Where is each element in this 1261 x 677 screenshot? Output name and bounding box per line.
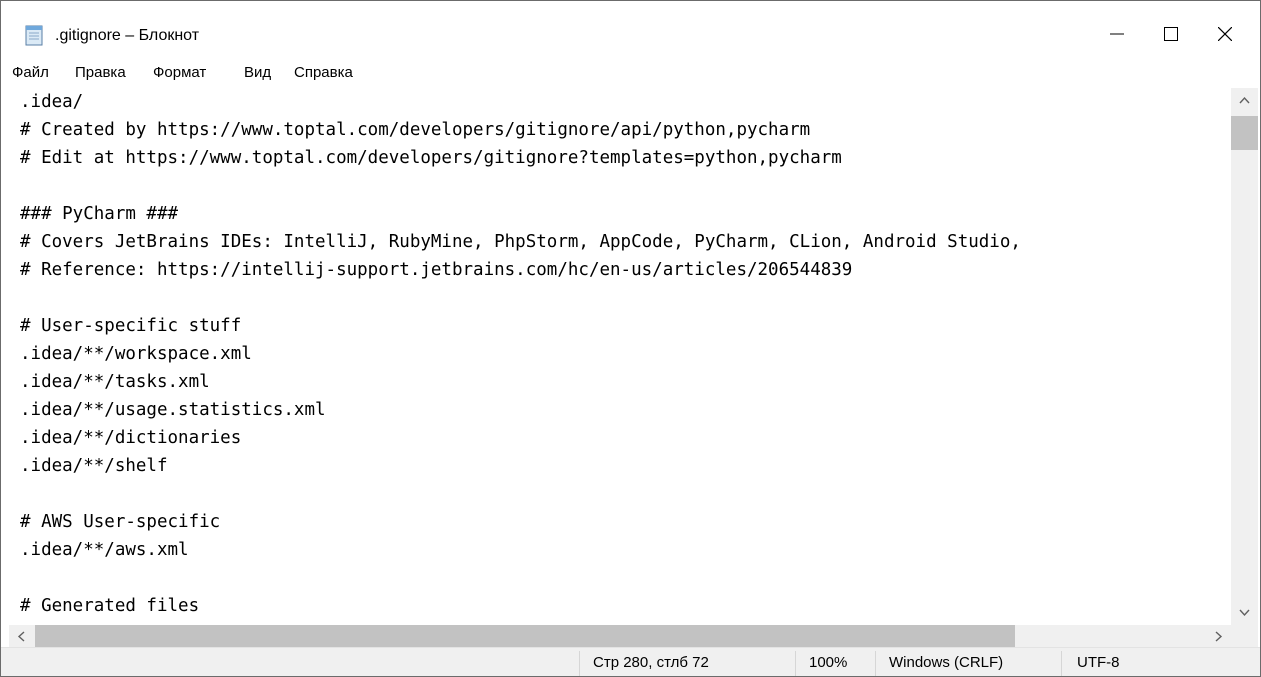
maximize-button[interactable] (1148, 15, 1194, 55)
chevron-left-icon (17, 631, 25, 642)
scrollbar-corner (1231, 625, 1258, 647)
notepad-icon (25, 25, 43, 46)
notepad-window: .gitignore – Блокнот Файл Правка Формат … (0, 0, 1261, 677)
status-divider (1061, 651, 1062, 676)
editor-line: .idea/**/usage.statistics.xml (20, 400, 326, 420)
status-divider (579, 651, 580, 676)
scroll-left-button[interactable] (9, 625, 33, 647)
close-button[interactable] (1202, 15, 1248, 55)
editor-line: # AWS User-specific (20, 512, 221, 532)
editor-line: # User-specific stuff (20, 316, 242, 336)
chevron-right-icon (1215, 631, 1223, 642)
menu-format[interactable]: Формат (153, 61, 206, 85)
editor-line: .idea/**/aws.xml (20, 540, 189, 560)
cursor-position: Стр 280, стлб 72 (593, 654, 709, 671)
menu-view[interactable]: Вид (244, 61, 271, 85)
scroll-right-button[interactable] (1207, 625, 1231, 647)
status-divider (795, 651, 796, 676)
horizontal-scroll-thumb[interactable] (35, 625, 1015, 647)
close-icon (1218, 27, 1232, 41)
text-editor[interactable]: .idea/ # Created by https://www.toptal.c… (9, 88, 1231, 625)
scroll-up-button[interactable] (1231, 88, 1258, 112)
horizontal-scrollbar[interactable] (9, 625, 1231, 647)
editor-line: # Created by https://www.toptal.com/deve… (20, 120, 811, 140)
maximize-icon (1164, 27, 1178, 41)
editor-line: # Edit at https://www.toptal.com/develop… (20, 148, 842, 168)
chevron-down-icon (1239, 609, 1250, 617)
editor-line: ### PyCharm ### (20, 204, 179, 224)
editor-line: # Covers JetBrains IDEs: IntelliJ, RubyM… (20, 232, 1021, 252)
menu-bar: Файл Правка Формат Вид Справка (1, 61, 1260, 85)
editor-line: # Generated files (20, 596, 200, 616)
title-bar[interactable]: .gitignore – Блокнот (1, 1, 1260, 47)
zoom-level: 100% (809, 654, 848, 671)
minimize-button[interactable] (1094, 15, 1140, 55)
scroll-down-button[interactable] (1231, 601, 1258, 625)
vertical-scrollbar[interactable] (1231, 88, 1258, 625)
editor-line: .idea/ (20, 92, 84, 112)
menu-help[interactable]: Справка (294, 61, 353, 85)
status-bar: Стр 280, стлб 72 100% Windows (CRLF) UTF… (1, 647, 1260, 676)
encoding: UTF-8 (1077, 654, 1120, 671)
editor-line: .idea/**/tasks.xml (20, 372, 210, 392)
editor-line: # Reference: https://intellij-support.je… (20, 260, 853, 280)
chevron-up-icon (1239, 96, 1250, 104)
line-endings: Windows (CRLF) (889, 654, 1004, 671)
editor-line: .idea/**/shelf (20, 456, 168, 476)
window-title: .gitignore – Блокнот (55, 27, 200, 44)
menu-file[interactable]: Файл (12, 61, 49, 85)
editor-line: .idea/**/dictionaries (20, 428, 242, 448)
minimize-icon (1110, 33, 1124, 35)
vertical-scroll-thumb[interactable] (1231, 116, 1258, 150)
menu-edit[interactable]: Правка (75, 61, 126, 85)
status-divider (875, 651, 876, 676)
editor-line: .idea/**/workspace.xml (20, 344, 252, 364)
